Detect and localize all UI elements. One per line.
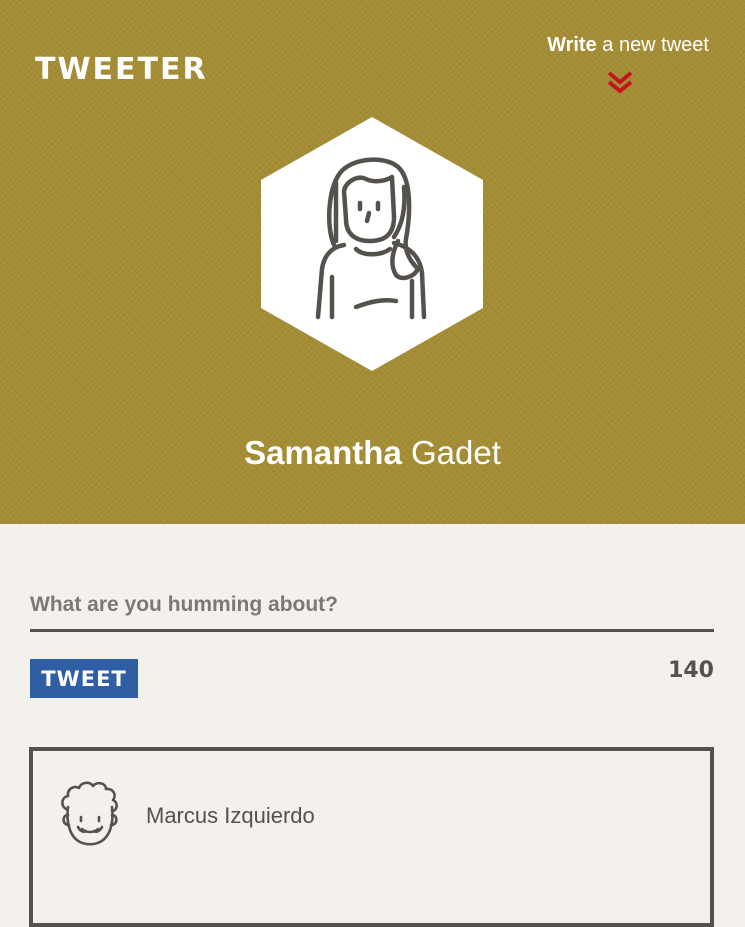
first-name: Samantha (244, 434, 402, 471)
tweet-author-name[interactable]: Marcus Izquierdo (146, 803, 315, 829)
write-link-text: a new tweet (596, 34, 709, 56)
hexagon-frame (261, 117, 483, 371)
character-counter: 140 (668, 658, 714, 683)
profile-avatar (261, 117, 483, 371)
curly-hair-man-avatar-icon (61, 781, 118, 846)
write-link-bold: Write (547, 34, 597, 56)
app-logo[interactable]: TWEETER (35, 52, 208, 87)
profile-username: Samantha Gadet (0, 434, 745, 472)
write-new-tweet-link[interactable]: Write a new tweet (547, 34, 709, 57)
last-name: Gadet (401, 434, 501, 471)
tweet-compose-input[interactable] (30, 580, 714, 632)
tweet-card: Marcus Izquierdo (29, 747, 714, 927)
tweet-button[interactable]: TWEET (30, 659, 138, 698)
profile-header: TWEETER Write a new tweet Samantha Gadet (0, 0, 745, 524)
double-chevron-down-icon[interactable] (606, 70, 634, 96)
